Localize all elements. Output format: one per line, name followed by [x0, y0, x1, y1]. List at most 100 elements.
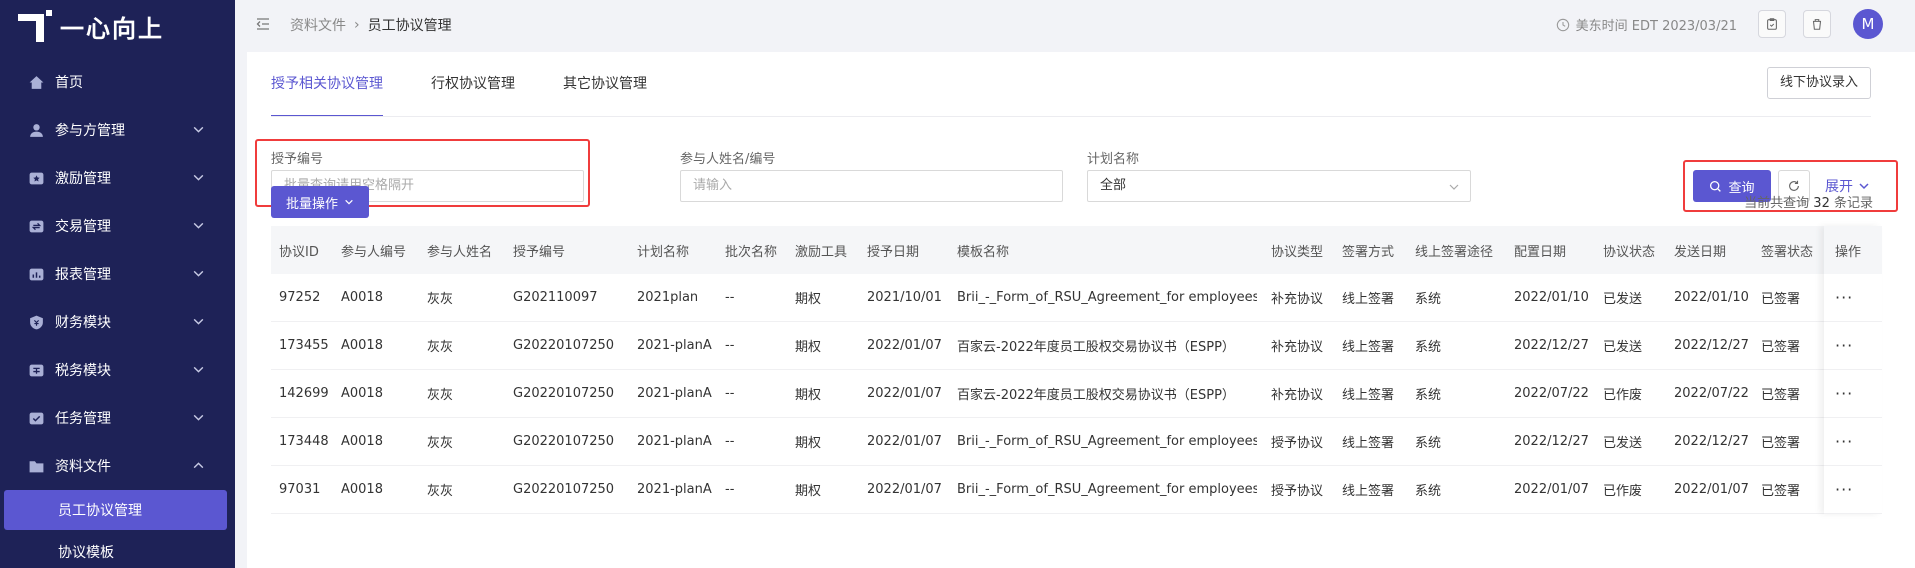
- cell-participant-name: 灰灰: [427, 292, 454, 307]
- result-count-number: 32: [1813, 196, 1830, 211]
- breadcrumb-item[interactable]: 资料文件: [290, 15, 346, 35]
- participant-label: 参与人姓名/编号: [680, 152, 776, 167]
- folder-icon: [29, 460, 44, 472]
- column-header[interactable]: 签署状态: [1761, 241, 1813, 260]
- cell-agreement-type: 授予协议: [1271, 484, 1324, 499]
- sidebar-item-tasks[interactable]: 任务管理: [0, 394, 235, 442]
- cell-config-date: 2022/07/22: [1514, 386, 1589, 401]
- sidebar-item-label: 首页: [55, 75, 83, 91]
- batch-label: 批量操作: [285, 196, 338, 212]
- cell-agreement-status: 已作废: [1603, 388, 1643, 403]
- cell-participant-name: 灰灰: [427, 484, 454, 499]
- column-header[interactable]: 参与人姓名: [427, 241, 492, 260]
- cell-plan-name: 2021-planA: [637, 434, 712, 449]
- cell-agreement-id: 173448: [279, 434, 329, 449]
- breadcrumb: 资料文件 › 员工协议管理: [290, 15, 452, 35]
- column-header[interactable]: 发送日期: [1674, 241, 1726, 260]
- cell-participant-no: A0018: [341, 338, 383, 353]
- cell-batch-name: --: [725, 434, 735, 449]
- column-header[interactable]: 协议状态: [1603, 241, 1655, 260]
- table-row[interactable]: 173448 A0018 灰灰 G20220107250 2021-planA …: [271, 418, 1882, 466]
- sidebar-item-tax[interactable]: 税务模块: [0, 346, 235, 394]
- tab-grant-agreements[interactable]: 授予相关协议管理: [271, 52, 383, 117]
- column-header[interactable]: 线上签署途径: [1415, 241, 1493, 260]
- sidebar-item-files[interactable]: 资料文件: [0, 442, 235, 490]
- chevron-down-icon: [193, 270, 204, 277]
- table-row[interactable]: 97252 A0018 灰灰 G202110097 2021plan -- 期权…: [271, 274, 1882, 322]
- logo-mark-icon: [18, 10, 52, 42]
- report-icon: [29, 268, 44, 280]
- cell-agreement-type: 授予协议: [1271, 436, 1324, 451]
- participant-input[interactable]: 请输入: [680, 170, 1063, 202]
- sidebar-item-reports[interactable]: 报表管理: [0, 250, 235, 298]
- chevron-down-icon: [345, 199, 353, 205]
- column-header[interactable]: 模板名称: [957, 241, 1009, 260]
- chevron-down-icon: [193, 222, 204, 229]
- cell-template-name: Brii_-_Form_of_RSU_Agreement_for employe…: [957, 482, 1257, 497]
- column-header[interactable]: 参与人编号: [341, 241, 406, 260]
- column-header[interactable]: 批次名称: [725, 241, 777, 260]
- task-center-button[interactable]: [1758, 10, 1786, 38]
- user-avatar[interactable]: M: [1853, 9, 1883, 39]
- column-header[interactable]: 授予日期: [867, 241, 919, 260]
- column-header[interactable]: 协议类型: [1271, 241, 1323, 260]
- cell-batch-name: --: [725, 290, 735, 305]
- bag-icon: [1812, 19, 1822, 30]
- brand-logo[interactable]: 一心向上: [18, 6, 164, 46]
- cell-agreement-type: 补充协议: [1271, 388, 1324, 403]
- cell-agreement-id: 142699: [279, 386, 329, 401]
- column-header[interactable]: 配置日期: [1514, 241, 1566, 260]
- breadcrumb-current: 员工协议管理: [367, 18, 452, 34]
- cell-grant-no: G20220107250: [513, 338, 615, 353]
- chevron-down-icon: [1859, 183, 1869, 190]
- sidebar-subitem-employee-agreements[interactable]: 员工协议管理: [4, 490, 227, 530]
- cell-sign-status: 已签署: [1761, 292, 1801, 307]
- plan-select[interactable]: 全部: [1087, 170, 1471, 202]
- cell-online-channel: 系统: [1415, 436, 1442, 451]
- cell-send-date: 2022/01/10: [1674, 290, 1749, 305]
- cell-agreement-status: 已发送: [1603, 340, 1643, 355]
- table-row[interactable]: 97031 A0018 灰灰 G20220107250 2021-planA -…: [271, 466, 1882, 514]
- cell-online-channel: 系统: [1415, 484, 1442, 499]
- sidebar-subitem-agreement-templates[interactable]: 协议模板: [0, 530, 235, 568]
- cell-incentive-tool: 期权: [795, 388, 822, 403]
- column-header[interactable]: 协议ID: [279, 241, 319, 260]
- cell-participant-no: A0018: [341, 482, 383, 497]
- cell-plan-name: 2021-planA: [637, 386, 712, 401]
- column-header[interactable]: 签署方式: [1342, 241, 1394, 260]
- cell-send-date: 2022/07/22: [1674, 386, 1749, 401]
- cell-online-channel: 系统: [1415, 340, 1442, 355]
- search-icon: [1710, 180, 1722, 192]
- offline-agreement-entry-button[interactable]: 线下协议录入: [1766, 67, 1871, 99]
- cell-template-name: Brii_-_Form_of_RSU_Agreement_for employe…: [957, 290, 1257, 305]
- collapse-menu-icon[interactable]: [255, 16, 271, 32]
- cell-grant-date: 2022/01/07: [867, 482, 942, 497]
- cell-agreement-id: 97031: [279, 482, 321, 497]
- column-header[interactable]: 激励工具: [795, 241, 847, 260]
- tab-other-agreements[interactable]: 其它协议管理: [563, 52, 647, 117]
- cell-batch-name: --: [725, 338, 735, 353]
- sidebar-item-label: 任务管理: [55, 411, 111, 427]
- sidebar-item-finance[interactable]: 财务模块: [0, 298, 235, 346]
- cell-participant-name: 灰灰: [427, 340, 454, 355]
- cell-plan-name: 2021plan: [637, 290, 699, 305]
- top-header: 资料文件 › 员工协议管理 美东时间 EDT 2023/03/21 M: [235, 0, 1915, 48]
- cell-send-date: 2022/12/27: [1674, 434, 1749, 449]
- cell-online-channel: 系统: [1415, 388, 1442, 403]
- sidebar-item-home[interactable]: 首页: [0, 58, 235, 106]
- notice-button[interactable]: [1803, 10, 1831, 38]
- cell-grant-no: G20220107250: [513, 434, 615, 449]
- cell-agreement-type: 补充协议: [1271, 292, 1324, 307]
- column-header[interactable]: 计划名称: [637, 241, 689, 260]
- sidebar-item-transactions[interactable]: 交易管理: [0, 202, 235, 250]
- star-icon: [29, 172, 44, 184]
- tab-exercise-agreements[interactable]: 行权协议管理: [431, 52, 515, 117]
- cell-participant-no: A0018: [341, 290, 383, 305]
- batch-operations-button[interactable]: 批量操作: [271, 186, 369, 218]
- table-row[interactable]: 142699 A0018 灰灰 G20220107250 2021-planA …: [271, 370, 1882, 418]
- chevron-down-icon: [193, 126, 204, 133]
- column-header[interactable]: 授予编号: [513, 241, 565, 260]
- sidebar-item-incentive[interactable]: 激励管理: [0, 154, 235, 202]
- table-row[interactable]: 173455 A0018 灰灰 G20220107250 2021-planA …: [271, 322, 1882, 370]
- sidebar-item-participants[interactable]: 参与方管理: [0, 106, 235, 154]
